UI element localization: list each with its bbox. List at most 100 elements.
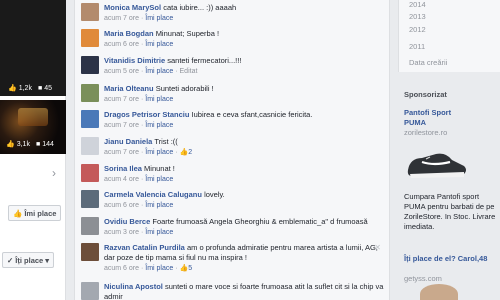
column-gap <box>66 0 74 300</box>
thumbs-up-icon: 👍 <box>179 265 189 272</box>
comment-text: Trist :(( <box>154 137 178 146</box>
comments-feed: Monica MarySol cata iubire... :)) aaaah … <box>74 0 390 300</box>
avatar[interactable] <box>81 110 99 128</box>
avatar[interactable] <box>81 243 99 261</box>
comment-author[interactable]: Niculina Apostol <box>104 282 163 291</box>
year-timeline: 2014 2013 2012 2011 Data creării <box>398 0 500 72</box>
comment-item: Monica MarySol cata iubire... :)) aaaah … <box>81 3 385 24</box>
comment-text: cata iubire... :)) aaaah <box>163 3 237 12</box>
liked-page-button[interactable]: ✓ Îți place ▾ <box>2 252 54 268</box>
like-comment-link[interactable]: Îmi place <box>145 176 173 183</box>
ad2-title[interactable]: Îți place de el? Carol,48 <box>404 254 496 264</box>
avatar[interactable] <box>81 190 99 208</box>
comment-item: Ovidiu Berce Foarte frumoasă Angela Gheo… <box>81 217 385 238</box>
chevron-right-icon[interactable]: › <box>52 166 56 180</box>
comment-text: Iubirea e ceva sfant,casnicie fericita. <box>191 110 313 119</box>
comment-icon: ■ <box>35 140 41 148</box>
comment-time[interactable]: acum 7 ore <box>104 149 139 156</box>
like-comment-link[interactable]: Îmi place <box>145 41 173 48</box>
ad-description: Cumpara Pantofi sport PUMA pentru barbat… <box>404 192 496 231</box>
comment-author[interactable]: Maria Olteanu <box>104 84 154 93</box>
comment-time[interactable]: acum 5 ore <box>104 68 139 75</box>
comment-author[interactable]: Carmela Valencia Caluganu <box>104 190 202 199</box>
comment-author[interactable]: Maria Bogdan <box>104 29 154 38</box>
comment-author[interactable]: Razvan Catalin Purdila <box>104 243 185 252</box>
comment-time[interactable]: acum 7 ore <box>104 122 139 129</box>
sneaker-image[interactable] <box>406 146 468 180</box>
ad2-domain[interactable]: getyss.com <box>404 274 496 284</box>
avatar[interactable] <box>81 282 99 300</box>
like-comment-link[interactable]: Îmi place <box>145 15 173 22</box>
like-comment-link[interactable]: Îmi place <box>145 202 173 209</box>
comment-author[interactable]: Ovidiu Berce <box>104 217 150 226</box>
comment-time[interactable]: acum 6 ore <box>104 41 139 48</box>
comment-item: Jianu Daniela Trist :(( acum 7 ore · Îmi… <box>81 137 385 158</box>
close-icon[interactable]: ✕ <box>374 243 381 252</box>
mid-likes-count: 3,1k <box>16 140 30 148</box>
comment-like-count[interactable]: 2 <box>188 149 192 156</box>
top-stats: 👍 1,2k ■ 45 <box>8 84 52 93</box>
avatar[interactable] <box>81 137 99 155</box>
ad-title[interactable]: Pantofi Sport PUMA <box>404 108 474 128</box>
comment-text: Minunat; Superba ! <box>155 29 220 38</box>
ad2-photo[interactable] <box>420 284 458 300</box>
comment-time[interactable]: acum 4 ore <box>104 176 139 183</box>
like-page-label: Îmi place <box>24 208 57 218</box>
check-icon: ✓ <box>7 255 14 265</box>
year-link[interactable]: 2012 <box>409 25 426 34</box>
like-comment-link[interactable]: Îmi place <box>145 229 173 236</box>
comment-text: Minunat ! <box>144 164 175 173</box>
thumbs-up-icon: 👍 <box>179 149 189 156</box>
comment-text: Sunteti adorabili ! <box>155 84 214 93</box>
mid-stats: 👍 3,1k ■ 144 <box>6 140 54 149</box>
stage-light <box>18 108 48 126</box>
like-comment-link[interactable]: Îmi place <box>145 68 173 75</box>
top-comments-count: 45 <box>44 84 52 92</box>
comment-author[interactable]: Jianu Daniela <box>104 137 152 146</box>
comment-author[interactable]: Vitanidis Dimitrie <box>104 56 165 65</box>
like-comment-link[interactable]: Îmi place <box>145 265 173 272</box>
comment-item: Razvan Catalin Purdila am o profunda adm… <box>81 243 385 274</box>
avatar[interactable] <box>81 56 99 74</box>
comment-author[interactable]: Monica MarySol <box>104 3 161 12</box>
comment-text: lovely. <box>204 190 225 199</box>
chevron-down-icon: ▾ <box>45 255 49 265</box>
like-comment-link[interactable]: Îmi place <box>145 149 173 156</box>
thumbs-up-icon: 👍 <box>13 208 23 218</box>
liked-page-label: Îți place <box>15 255 44 265</box>
comment-time[interactable]: acum 6 ore <box>104 265 139 272</box>
sponsored-label: Sponsorizat <box>404 90 447 99</box>
avatar[interactable] <box>81 217 99 235</box>
comment-time[interactable]: acum 6 ore <box>104 202 139 209</box>
avatar[interactable] <box>81 29 99 47</box>
comment-time[interactable]: acum 7 ore <box>104 96 139 103</box>
comment-time[interactable]: acum 3 ore <box>104 229 139 236</box>
comment-item: Maria Olteanu Sunteti adorabili ! acum 7… <box>81 84 385 105</box>
comment-like-count[interactable]: 5 <box>188 265 192 272</box>
year-link[interactable]: 2014 <box>409 0 426 9</box>
thumbs-up-icon: 👍 <box>8 85 17 92</box>
comment-author[interactable]: Sorina Ilea <box>104 164 142 173</box>
top-likes-count: 1,2k <box>18 84 32 92</box>
comment-item: Niculina Apostol sunteti o mare voce si … <box>81 282 385 300</box>
avatar[interactable] <box>81 84 99 102</box>
comment-author[interactable]: Dragos Petrisor Stanciu <box>104 110 189 119</box>
thumbs-up-icon: 👍 <box>6 141 15 148</box>
comment-item: Carmela Valencia Caluganu lovely. acum 6… <box>81 190 385 211</box>
like-page-button[interactable]: 👍 Îmi place <box>8 205 62 221</box>
creation-date-link[interactable]: Data creării <box>409 58 447 67</box>
avatar[interactable] <box>81 3 99 21</box>
comment-text: santeti fermecatori...!!! <box>167 56 242 65</box>
avatar[interactable] <box>81 164 99 182</box>
video-thumbnail-top[interactable] <box>0 0 66 96</box>
comment-icon: ■ <box>37 84 43 92</box>
like-comment-link[interactable]: Îmi place <box>145 96 173 103</box>
edited-label[interactable]: Editat <box>180 68 198 75</box>
comment-time[interactable]: acum 7 ore <box>104 15 139 22</box>
year-link[interactable]: 2013 <box>409 12 426 21</box>
year-link[interactable]: 2011 <box>409 42 425 51</box>
comment-item: Vitanidis Dimitrie santeti fermecatori..… <box>81 56 385 77</box>
comment-item: Dragos Petrisor Stanciu Iubirea e ceva s… <box>81 110 385 131</box>
like-comment-link[interactable]: Îmi place <box>145 122 173 129</box>
ad-domain[interactable]: zorilestore.ro <box>404 128 496 138</box>
